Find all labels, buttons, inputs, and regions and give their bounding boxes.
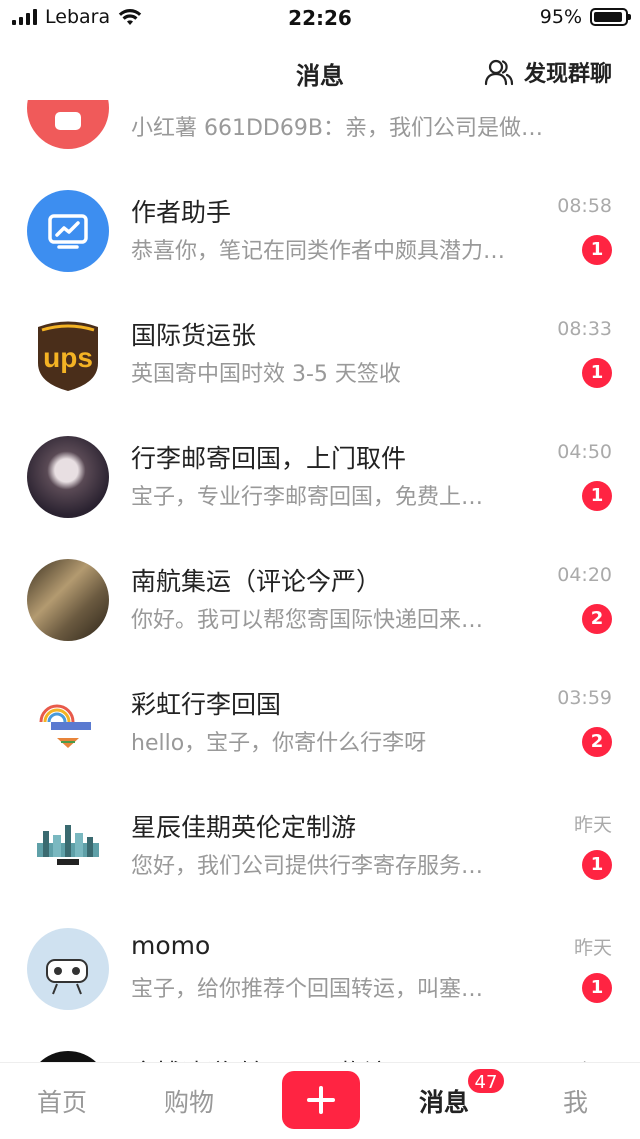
conversation-preview: 您好，我们公司提供行李寄存服务… xyxy=(131,854,484,879)
tab-me[interactable]: 我 xyxy=(563,1083,588,1119)
tab-shop[interactable]: 购物 xyxy=(164,1083,214,1119)
unread-badge: 1 xyxy=(582,235,612,265)
list-item[interactable]: 小红薯 661DD69B：亲，我们公司是做… xyxy=(0,96,640,170)
bottom-tab-bar: 首页 购物 消息 47 我 xyxy=(0,1062,640,1139)
conversation-name: 作者助手 xyxy=(131,198,232,227)
conversation-preview: 宝子，给你推荐个回国转运，叫塞… xyxy=(131,977,484,1002)
rainbow-logo-icon xyxy=(39,704,91,748)
conversation-name: 彩虹行李回国 xyxy=(131,690,282,719)
unread-badge: 1 xyxy=(582,973,612,1003)
list-item[interactable]: momo 宝子，给你推荐个回国转运，叫塞… 昨天 1 xyxy=(0,909,640,1031)
conversation-name: 南航集运（评论今严） xyxy=(131,567,382,596)
conversation-name: 行李邮寄回国，上门取件 xyxy=(131,444,407,473)
unread-badge: 1 xyxy=(582,481,612,511)
conversation-time: 04:50 xyxy=(557,441,612,463)
battery-icon xyxy=(590,8,631,26)
conversation-preview: 英国寄中国时效 3-5 天签收 xyxy=(131,362,401,387)
list-item[interactable]: 南航集运（评论今严） 你好。我可以帮您寄国际快递回来… 04:20 2 xyxy=(0,540,640,662)
avatar xyxy=(27,682,109,764)
conversation-preview: 宝子，专业行李邮寄回国，免费上… xyxy=(131,485,484,510)
avatar xyxy=(27,559,109,641)
conversation-list: 小红薯 661DD69B：亲，我们公司是做… 作者助手 恭喜你，笔记在同类作者中… xyxy=(0,96,640,1062)
avatar xyxy=(27,1051,109,1062)
cartoon-avatar-icon xyxy=(46,959,88,995)
create-post-button[interactable] xyxy=(282,1071,360,1129)
unread-badge: 2 xyxy=(582,727,612,757)
battery-percent: 95% xyxy=(539,6,582,28)
people-icon xyxy=(484,59,514,86)
conversation-time: 03:59 xyxy=(557,687,612,709)
list-item[interactable]: 彩虹行李回国 hello，宝子，你寄什么行李呀 03:59 2 xyxy=(0,663,640,785)
list-item[interactable]: ups 国际货运张 英国寄中国时效 3-5 天签收 08:33 1 xyxy=(0,294,640,416)
avatar xyxy=(27,190,109,272)
avatar xyxy=(27,928,109,1010)
conversation-time: 08:33 xyxy=(557,318,612,340)
conversation-preview: 小红薯 661DD69B：亲，我们公司是做… xyxy=(131,116,543,141)
conversation-name: 塞博速递 转运回国物流 xyxy=(131,1054,389,1062)
conversation-time: 昨天 xyxy=(573,814,612,836)
discover-group-chat-button[interactable]: 发现群聊 xyxy=(484,56,612,88)
conversation-time: 08:58 xyxy=(557,195,612,217)
unread-badge: 2 xyxy=(582,604,612,634)
list-item[interactable]: 行李邮寄回国，上门取件 宝子，专业行李邮寄回国，免费上… 04:50 1 xyxy=(0,417,640,539)
tab-home[interactable]: 首页 xyxy=(37,1083,87,1119)
city-skyline-icon xyxy=(37,825,99,865)
unread-badge: 1 xyxy=(582,850,612,880)
list-item[interactable]: 星辰佳期英伦定制游 您好，我们公司提供行李寄存服务… 昨天 1 xyxy=(0,786,640,908)
discover-label: 发现群聊 xyxy=(523,62,612,87)
avatar xyxy=(27,805,109,887)
conversation-preview: 你好。我可以帮您寄国际快递回来… xyxy=(131,608,484,633)
conversation-name: 国际货运张 xyxy=(131,321,257,350)
list-item[interactable]: 作者助手 恭喜你，笔记在同类作者中颇具潜力… 08:58 1 xyxy=(0,171,640,293)
avatar: ups xyxy=(27,313,109,395)
list-item[interactable]: 塞博速递 转运回国物流 昨天 xyxy=(0,1032,640,1062)
conversation-time: 昨天 xyxy=(573,937,612,959)
chart-icon xyxy=(48,214,88,249)
conversation-preview: hello，宝子，你寄什么行李呀 xyxy=(131,731,427,756)
status-right: 95% xyxy=(539,6,631,28)
chat-icon xyxy=(55,112,81,130)
conversation-name: 星辰佳期英伦定制游 xyxy=(131,813,357,842)
ups-logo-icon: ups xyxy=(38,321,98,391)
status-bar: Lebara 22:26 95% xyxy=(0,0,640,40)
messages-header: 消息 发现群聊 xyxy=(0,44,640,100)
messages-unread-badge: 47 xyxy=(466,1067,506,1095)
unread-badge: 1 xyxy=(582,358,612,388)
avatar xyxy=(27,96,109,149)
svg-text:ups: ups xyxy=(43,342,93,373)
conversation-preview: 恭喜你，笔记在同类作者中颇具潜力… xyxy=(131,239,506,264)
conversation-time: 04:20 xyxy=(557,564,612,586)
conversation-name: momo xyxy=(131,931,211,960)
avatar xyxy=(27,436,109,518)
tab-messages[interactable]: 消息 xyxy=(419,1083,469,1119)
